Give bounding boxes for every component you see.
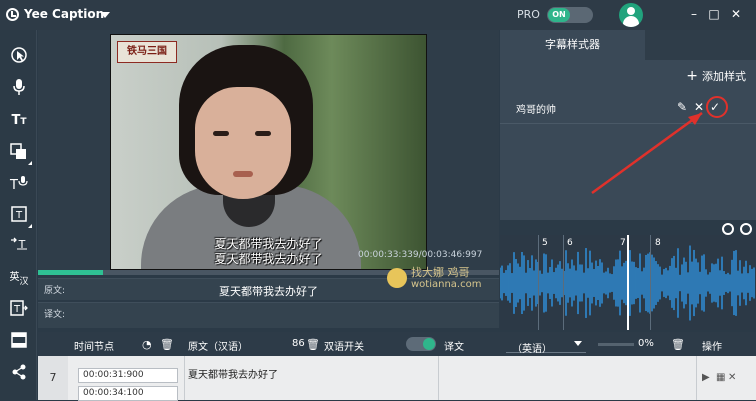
trash-icon[interactable]: 🗑 xyxy=(160,338,174,351)
row-image-icon[interactable]: ▦ xyxy=(716,372,725,383)
translation-text-label: 译文: xyxy=(44,310,66,320)
time-node-header: 时间节点 xyxy=(74,342,114,353)
operation-header: 操作 xyxy=(702,342,722,353)
row-play-icon[interactable]: ▶ xyxy=(702,372,710,383)
segment-divider xyxy=(650,235,651,330)
video-frame[interactable]: 铁马三国 夏天都带我去办好了 夏天都带我去办好了 xyxy=(110,34,427,270)
translation-text-row[interactable]: 译文: xyxy=(38,302,499,328)
pro-toggle[interactable]: ON xyxy=(547,7,593,23)
video-timecode: 00:00:33:339/00:03:46:997 xyxy=(358,250,483,260)
person-face xyxy=(195,87,291,199)
style-name: 鸡哥的帅 xyxy=(516,105,556,116)
segment-label: 5 xyxy=(542,238,548,248)
subtitle-insert-icon[interactable]: T xyxy=(6,235,32,257)
eye-right xyxy=(255,131,271,136)
microphone-icon[interactable] xyxy=(6,78,32,100)
translation-progress-bar xyxy=(598,343,634,346)
zoom-out-icon[interactable] xyxy=(740,223,752,235)
eye-left xyxy=(213,131,229,136)
svg-text:T: T xyxy=(13,304,21,315)
video-progress-fill xyxy=(38,270,103,275)
shape-tool-icon[interactable] xyxy=(6,143,32,165)
app-logo-icon xyxy=(6,8,19,21)
select-tool-icon[interactable] xyxy=(6,47,32,69)
add-style-button[interactable]: + 添加样式 xyxy=(686,68,746,84)
segment-label: 7 xyxy=(620,238,626,248)
start-time-field[interactable]: 00:00:31:900 xyxy=(78,368,178,383)
end-time-field[interactable]: 00:00:34:100 xyxy=(78,386,178,401)
trash-icon[interactable]: 🗑 xyxy=(671,338,685,351)
tab-subtitle-styler[interactable]: 字幕样式器 xyxy=(500,30,645,60)
svg-text:T: T xyxy=(15,210,23,221)
maximize-button[interactable]: □ xyxy=(706,6,722,22)
mouth xyxy=(233,171,253,177)
app-menu-dropdown-icon[interactable] xyxy=(100,12,110,18)
annotation-arrow-icon xyxy=(591,111,703,195)
watermark-line2: wotianna.com xyxy=(411,279,482,290)
row-number: 7 xyxy=(38,356,68,400)
plus-icon: + xyxy=(686,68,698,84)
close-button[interactable]: ✕ xyxy=(728,6,744,22)
translation-header: 译文 xyxy=(444,342,464,353)
style-panel-tabs: 字幕样式器 xyxy=(500,30,756,60)
zoom-in-icon[interactable] xyxy=(722,223,734,235)
segment-divider xyxy=(563,235,564,330)
pro-toggle-state: ON xyxy=(548,8,570,22)
original-lang-header: 原文（汉语） xyxy=(188,342,248,353)
clock-icon[interactable]: ◔ xyxy=(142,338,152,351)
char-count: 86 xyxy=(292,338,305,349)
bilingual-switch-label: 双语开关 xyxy=(324,342,364,353)
segment-label: 6 xyxy=(567,238,573,248)
waveform-panel: 5 6 7 8 xyxy=(499,220,756,330)
chevron-down-icon xyxy=(574,341,582,346)
column-divider xyxy=(438,356,439,400)
pro-label: PRO xyxy=(517,8,540,21)
subtitle-table-row[interactable]: 7 00:00:31:900 00:00:34:100 夏天都带我去办好了 ▶ … xyxy=(38,356,756,401)
user-avatar-icon[interactable] xyxy=(619,3,643,27)
segment-label: 8 xyxy=(655,238,661,248)
row-original-text[interactable]: 夏天都带我去办好了 xyxy=(188,366,278,381)
watermark: 找大娜 鸡哥 wotianna.com xyxy=(385,262,500,296)
text-tool-icon[interactable]: TT xyxy=(6,110,32,132)
trash-icon[interactable]: 🗑 xyxy=(306,338,320,351)
bilingual-toggle-knob xyxy=(423,338,435,350)
watermark-smile-icon xyxy=(387,268,407,288)
text-export-icon[interactable]: T xyxy=(6,300,32,322)
subtitle-table-header: 时间节点 ◔ 🗑 原文（汉语） 86 🗑 双语开关 译文 （英语） 0% 🗑 操… xyxy=(38,332,756,356)
translate-icon[interactable]: 英汉 xyxy=(6,267,32,289)
layout-icon[interactable] xyxy=(6,332,32,354)
waveform-track[interactable]: 5 6 7 8 xyxy=(499,235,756,330)
video-preview-area: 铁马三国 夏天都带我去办好了 夏天都带我去办好了 00:00:33:339/00… xyxy=(38,30,499,270)
bilingual-toggle[interactable] xyxy=(406,337,436,351)
app-title: Yee Caption xyxy=(24,7,105,21)
column-divider xyxy=(696,356,697,400)
channel-badge: 铁马三国 xyxy=(117,41,177,63)
minimize-button[interactable]: – xyxy=(686,6,702,22)
watermark-line1: 找大娜 鸡哥 xyxy=(411,266,470,279)
row-delete-icon[interactable]: ✕ xyxy=(728,372,736,383)
segment-divider xyxy=(538,235,539,330)
text-box-icon[interactable]: T xyxy=(6,206,32,228)
add-style-label: 添加样式 xyxy=(702,70,746,83)
share-icon[interactable] xyxy=(6,364,32,386)
language-select[interactable]: （英语） xyxy=(506,335,586,355)
translation-percent: 0% xyxy=(638,338,654,349)
left-toolbar: TT T T T 英汉 T xyxy=(0,30,37,400)
column-divider xyxy=(184,356,185,400)
waveform-playhead[interactable] xyxy=(627,235,629,330)
voice-text-icon[interactable]: T xyxy=(6,175,32,197)
title-bar: Yee Caption PRO ON – □ ✕ xyxy=(0,0,756,30)
